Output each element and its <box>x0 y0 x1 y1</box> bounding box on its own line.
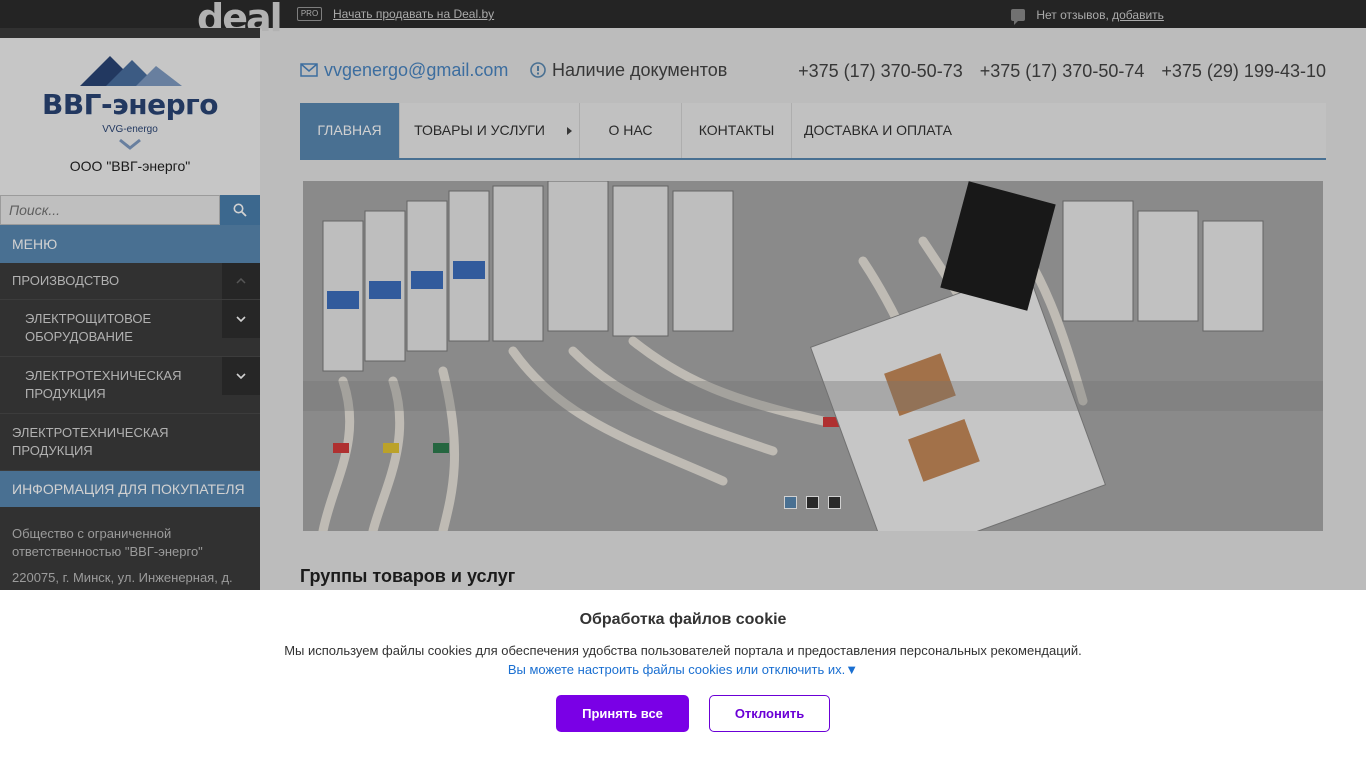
cookie-title: Обработка файлов cookie <box>579 611 787 628</box>
accept-all-button[interactable]: Принять все <box>556 695 689 732</box>
cookie-banner: Обработка файлов cookie Мы используем фа… <box>0 590 1366 768</box>
cookie-settings-link[interactable]: Вы можете настроить файлы cookies или от… <box>0 662 1366 677</box>
page-dim-overlay <box>0 0 1366 590</box>
cookie-text: Мы используем файлы cookies для обеспече… <box>284 643 1082 658</box>
decline-button[interactable]: Отклонить <box>709 695 830 732</box>
